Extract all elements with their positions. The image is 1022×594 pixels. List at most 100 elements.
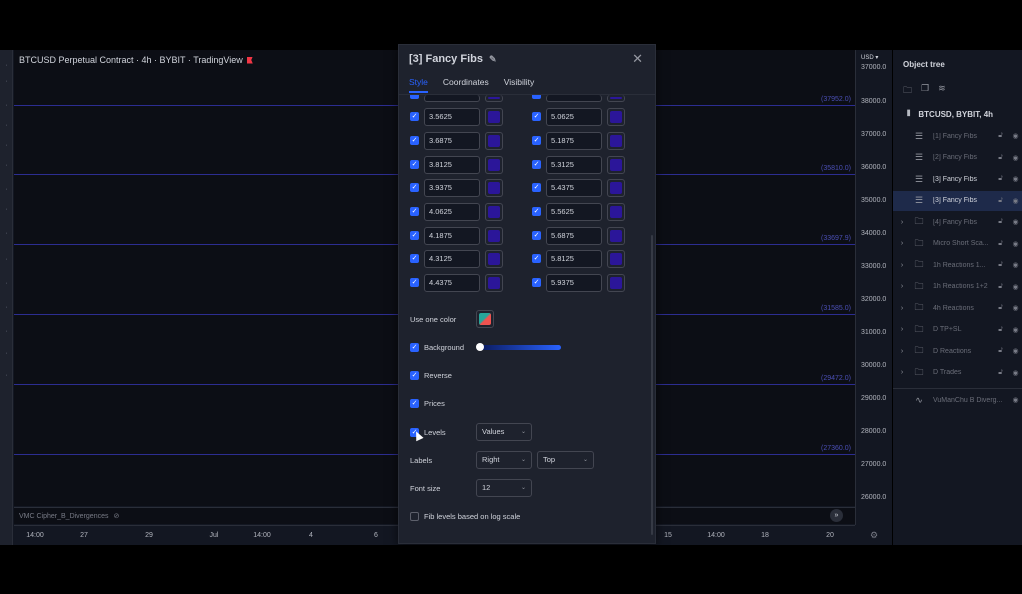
level-enabled-checkbox[interactable]: ✓ — [410, 136, 419, 145]
level-color-swatch[interactable] — [485, 132, 503, 150]
flag-icon[interactable] — [246, 56, 253, 64]
layers-icon[interactable]: ≋ — [938, 83, 946, 99]
eye-icon[interactable]: ◉ — [1008, 283, 1022, 291]
level-value-input[interactable]: 5.0625 — [546, 108, 602, 126]
prices-checkbox[interactable]: ✓ — [410, 399, 419, 408]
object-tree-row[interactable]: › 🗀 4h Reactions 🔓︎ ◉ — [893, 298, 1022, 318]
eye-off-icon[interactable]: ⊘ — [113, 512, 119, 520]
object-tree-row[interactable]: › 🗀 D Trades 🔓︎ ◉ — [893, 363, 1022, 383]
level-color-swatch[interactable] — [485, 203, 503, 221]
object-tree-row[interactable]: › 🗀 Micro Short Sca... 🔓︎ ◉ — [893, 234, 1022, 254]
level-value-input[interactable]: 5.4375 — [546, 179, 602, 197]
level-color-swatch[interactable] — [485, 227, 503, 245]
level-value-input[interactable]: 3.9375 — [424, 179, 480, 197]
level-color-swatch[interactable] — [607, 227, 625, 245]
level-enabled-checkbox[interactable]: ✓ — [532, 183, 541, 192]
gear-icon[interactable]: ⚙ — [870, 530, 878, 541]
eye-icon[interactable]: ◉ — [1008, 396, 1022, 404]
chevron-right-icon[interactable]: › — [897, 369, 907, 376]
toolbar-tool-icon[interactable]: · — [3, 256, 10, 263]
object-tree-row[interactable]: ☰ [3] Fancy Fibs 🔓︎ ◉ — [893, 169, 1022, 189]
eye-icon[interactable]: ◉ — [1008, 154, 1022, 162]
toolbar-tool-icon[interactable]: · — [3, 78, 10, 85]
font-size-select[interactable]: 12 ⌄ — [476, 479, 532, 497]
object-tree-row[interactable]: › 🗀 D TP+SL 🔓︎ ◉ — [893, 320, 1022, 340]
new-folder-icon[interactable]: 🗀 — [903, 83, 912, 99]
level-value-input[interactable]: 5.5625 — [546, 203, 602, 221]
object-tree-row[interactable]: ☰ [2] Fancy Fibs 🔓︎ ◉ — [893, 148, 1022, 168]
level-enabled-checkbox[interactable]: ✓ — [532, 278, 541, 287]
lock-icon[interactable]: 🔓︎ — [993, 261, 1008, 269]
background-checkbox[interactable]: ✓ — [410, 343, 419, 352]
level-color-swatch[interactable] — [607, 156, 625, 174]
object-tree-row[interactable]: › 🗀 [4] Fancy Fibs 🔓︎ ◉ — [893, 212, 1022, 232]
price-axis[interactable]: USD ▾ ⚙ 37000.0 38000.0 37000.0 36000.0 3500… — [855, 50, 891, 540]
level-enabled-checkbox[interactable]: ✓ — [410, 183, 419, 192]
object-tree-row[interactable]: ☰ [1] Fancy Fibs 🔓︎ ◉ — [893, 126, 1022, 146]
chevron-right-icon[interactable]: › — [897, 240, 907, 247]
lock-icon[interactable]: 🔓︎ — [993, 240, 1008, 248]
level-color-swatch[interactable] — [607, 274, 625, 292]
eye-icon[interactable]: ◉ — [1008, 347, 1022, 355]
eye-icon[interactable]: ◉ — [1008, 304, 1022, 312]
labels-horizontal-select[interactable]: Right ⌄ — [476, 451, 532, 469]
level-enabled-checkbox[interactable]: ✓ — [532, 160, 541, 169]
chevron-right-icon[interactable]: › — [897, 262, 907, 269]
eye-icon[interactable]: ◉ — [1008, 175, 1022, 183]
level-enabled-checkbox[interactable]: ✓ — [532, 254, 541, 263]
toolbar-tool-icon[interactable]: · — [3, 328, 10, 335]
level-enabled-checkbox[interactable]: ✓ — [410, 278, 419, 287]
level-value-input[interactable]: 5.8125 — [546, 250, 602, 268]
lock-icon[interactable]: 🔓︎ — [993, 154, 1008, 162]
lock-icon[interactable]: 🔓︎ — [993, 218, 1008, 226]
lock-icon[interactable]: 🔓︎ — [993, 175, 1008, 183]
level-value-input[interactable]: 4.1875 — [424, 227, 480, 245]
object-tree-row[interactable]: ☰ [3] Fancy Fibs 🔓︎ ◉ — [893, 190, 1022, 211]
level-enabled-checkbox[interactable]: ✓ — [532, 231, 541, 240]
level-color-swatch[interactable] — [485, 95, 503, 102]
collapse-pane-button[interactable]: » — [830, 509, 843, 522]
lock-icon[interactable]: 🔓︎ — [993, 197, 1008, 205]
level-color-swatch[interactable] — [485, 108, 503, 126]
level-enabled-checkbox[interactable]: ✓ — [532, 136, 541, 145]
clone-icon[interactable]: ❐ — [921, 83, 929, 99]
eye-icon[interactable]: ◉ — [1008, 132, 1022, 140]
toolbar-tool-icon[interactable]: · — [3, 350, 10, 357]
lock-icon[interactable]: 🔓︎ — [993, 132, 1008, 140]
one-color-swatch[interactable] — [476, 310, 494, 328]
toolbar-tool-icon[interactable]: · — [3, 206, 10, 213]
level-color-swatch[interactable] — [607, 179, 625, 197]
level-value-input[interactable]: 3.6875 — [424, 132, 480, 150]
level-color-swatch[interactable] — [607, 132, 625, 150]
eye-icon[interactable]: ◉ — [1008, 369, 1022, 377]
lock-icon[interactable]: 🔓︎ — [993, 283, 1008, 291]
level-color-swatch[interactable] — [485, 250, 503, 268]
chevron-right-icon[interactable]: › — [897, 283, 907, 290]
level-color-swatch[interactable] — [485, 156, 503, 174]
level-value-input[interactable] — [424, 95, 480, 102]
level-color-swatch[interactable] — [607, 108, 625, 126]
level-value-input[interactable]: 3.5625 — [424, 108, 480, 126]
levels-mode-select[interactable]: Values ⌄ — [476, 423, 532, 441]
level-enabled-checkbox[interactable]: ✓ — [410, 207, 419, 216]
level-value-input[interactable]: 4.0625 — [424, 203, 480, 221]
labels-vertical-select[interactable]: Top ⌄ — [537, 451, 594, 469]
background-opacity-slider[interactable] — [479, 345, 561, 350]
level-enabled-checkbox[interactable]: ✓ — [410, 160, 419, 169]
lock-icon[interactable]: 🔓︎ — [993, 326, 1008, 334]
pencil-icon[interactable]: ✎ — [489, 54, 497, 65]
toolbar-tool-icon[interactable]: · — [3, 122, 10, 129]
level-color-swatch[interactable] — [607, 250, 625, 268]
level-color-swatch[interactable] — [607, 203, 625, 221]
toolbar-tool-icon[interactable]: · — [3, 372, 10, 379]
level-enabled-checkbox[interactable]: ✓ — [532, 207, 541, 216]
lock-icon[interactable]: 🔓︎ — [993, 369, 1008, 377]
eye-icon[interactable]: ◉ — [1008, 197, 1022, 205]
close-icon[interactable]: ✕ — [632, 51, 643, 67]
object-tree-symbol[interactable]: ⫴ BTCUSD, BYBIT, 4h — [907, 109, 993, 119]
object-tree-row[interactable]: › 🗀 1h Reactions 1... 🔓︎ ◉ — [893, 255, 1022, 275]
level-value-input[interactable]: 4.3125 — [424, 250, 480, 268]
level-value-input[interactable]: 5.9375 — [546, 274, 602, 292]
lock-icon[interactable]: 🔓︎ — [993, 304, 1008, 312]
eye-icon[interactable]: ◉ — [1008, 240, 1022, 248]
